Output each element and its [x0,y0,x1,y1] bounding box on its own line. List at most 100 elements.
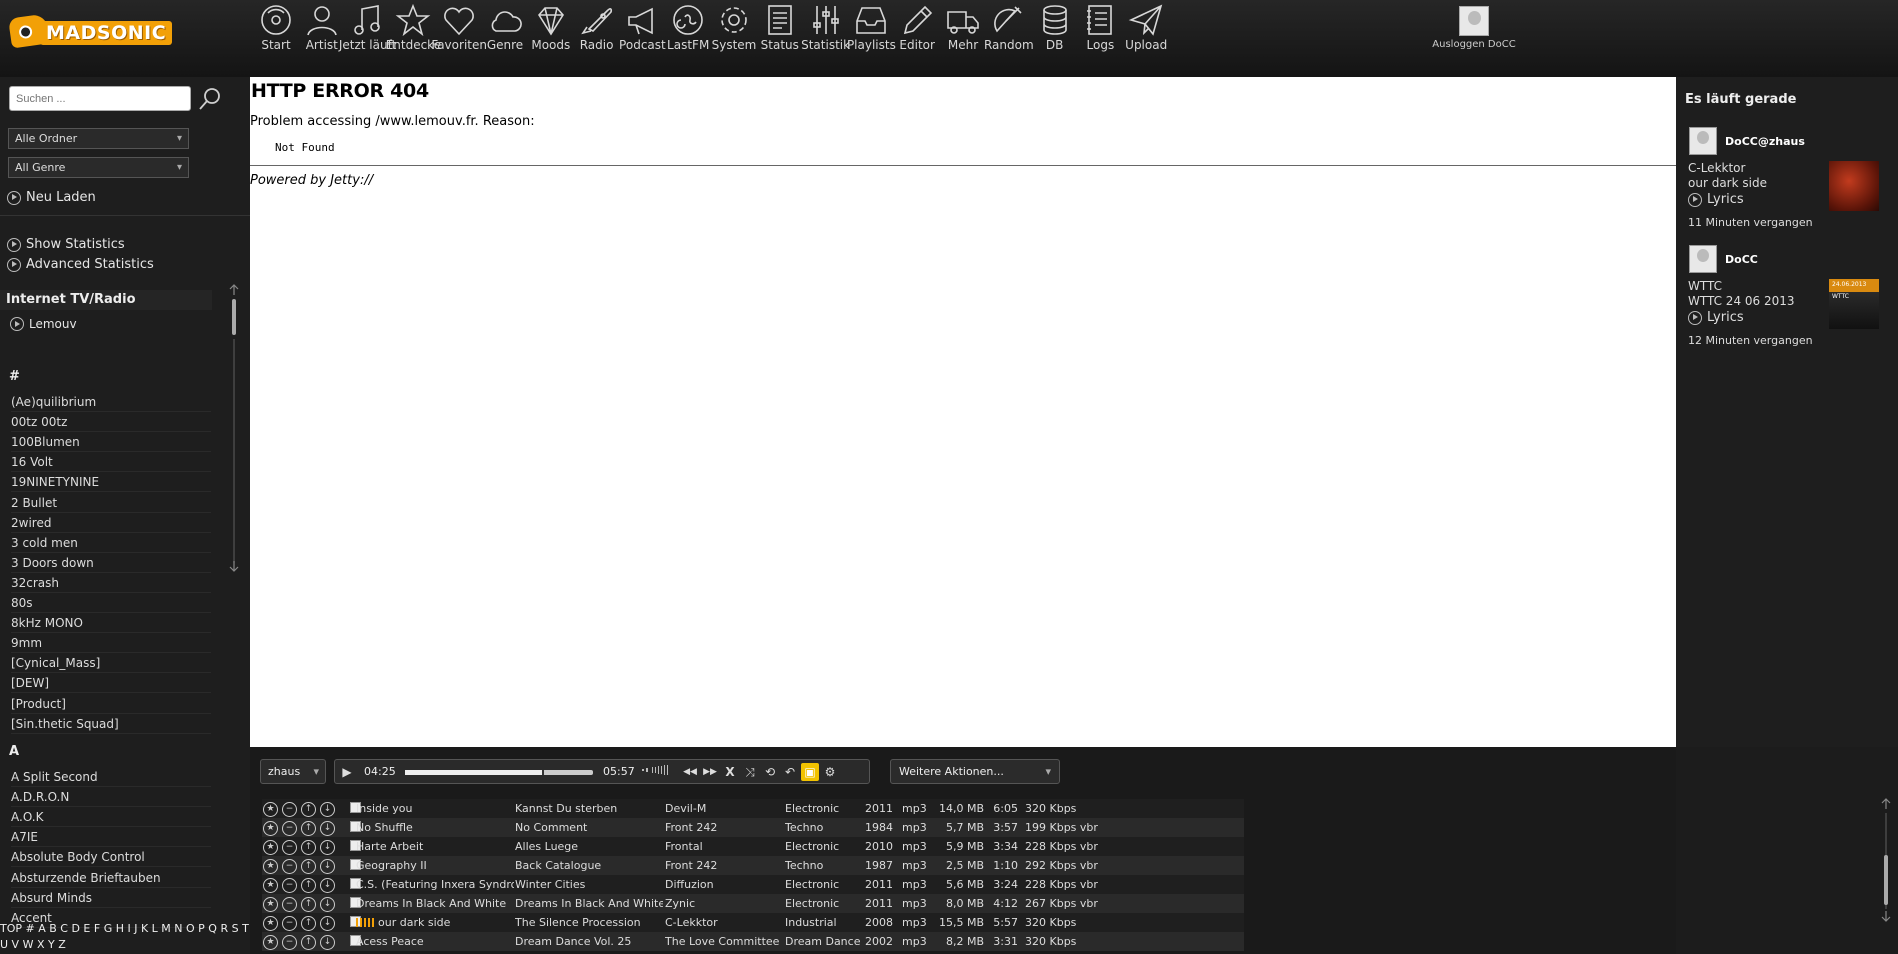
next-icon[interactable]: ▶▶ [701,763,719,781]
track-artist[interactable]: Diffuzion [665,878,783,891]
logout-button[interactable]: Ausloggen DoCC [1428,6,1520,50]
track-title[interactable]: Dreams In Black And White [356,897,514,910]
move-down-icon[interactable]: ↓ [320,897,335,912]
artist-list-item[interactable]: A7IE [11,827,211,848]
more-actions-select[interactable]: Weitere Aktionen... [890,759,1060,784]
star-icon[interactable]: ★ [263,916,278,931]
move-down-icon[interactable]: ↓ [320,821,335,836]
progress-bar[interactable] [405,770,593,775]
artist-list-item[interactable]: 16 Volt [11,452,211,473]
play-button[interactable]: ▶ [338,763,356,781]
artist-list-item[interactable]: A.D.R.O.N [11,787,211,808]
table-row[interactable]: ★−↑ ↓ C.S. (Featuring Inxera Syndrome)Wint… [262,875,1244,894]
artist-list-item[interactable]: 3 cold men [11,533,211,553]
star-icon[interactable]: ★ [263,897,278,912]
move-down-icon[interactable]: ↓ [320,802,335,817]
artist-list-item[interactable]: 80s [11,593,211,613]
album-cover-image[interactable]: 24.06.2013 WTTC [1829,279,1879,329]
artist-list-item[interactable]: A.O.K [11,807,211,828]
artist-list-item[interactable]: [Product] [11,694,211,714]
move-up-icon[interactable]: ↑ [301,859,316,874]
folder-select[interactable]: Alle Ordner [8,128,189,149]
show-statistics-link[interactable]: Show Statistics [7,237,125,252]
remove-icon[interactable]: − [282,821,297,836]
track-album[interactable]: Kannst Du sterben [515,802,663,815]
artist-list-item[interactable]: 100Blumen [11,432,211,453]
volume-slider[interactable] [641,763,673,781]
move-up-icon[interactable]: ↑ [301,935,316,950]
table-row[interactable]: ★ − ↑ ↓ No Shuffle No Comment Front 242 Techno 1… [262,818,1244,837]
move-up-icon[interactable]: ↑ [301,897,316,912]
remove-icon[interactable]: − [282,935,297,950]
playlist-scrollbar[interactable] [1880,797,1892,923]
nav-item-upload[interactable]: Upload [1116,3,1176,52]
track-title[interactable]: Harte Arbeit [356,840,514,853]
artist-list-item[interactable]: 32crash [11,573,211,593]
star-icon[interactable]: ★ [263,821,278,836]
artist-list-item[interactable]: (Ae)quilibrium [11,392,211,412]
artist-list-item[interactable]: 8kHz MONO [11,613,211,634]
track-artist[interactable]: Frontal [665,840,783,853]
sidebar-scrollbar[interactable] [229,283,239,573]
track-artist[interactable]: Zynic [665,897,783,910]
table-row[interactable]: ★ − ↑ ↓ Dreams In Black And White Dreams In B… [262,894,1244,913]
previous-icon[interactable]: ◀◀ [681,763,699,781]
artist-list-item[interactable]: [DEW] [11,673,211,694]
artist-list-item[interactable]: Absturzende Brieftauben [11,868,211,888]
track-album[interactable]: No Comment [515,821,663,834]
shuffle-icon[interactable]: ⤨ [741,763,759,781]
lyrics-link[interactable]: Lyrics [1688,310,1744,325]
star-icon[interactable]: ★ [263,840,278,855]
track-artist[interactable]: Front 242 [665,859,783,872]
move-down-icon[interactable]: ↓ [320,916,335,931]
repeat-icon[interactable]: ⟲ [761,763,779,781]
track-title[interactable]: No Shuffle [356,821,514,834]
now-playing-user[interactable]: DoCC@zhaus [1689,127,1805,155]
track-title[interactable]: Inside you [356,802,514,815]
now-playing-title[interactable]: our dark side [1688,176,1767,191]
table-row[interactable]: ★ − ↑ ↓ Geography II Back Catalogue Front 242 T… [262,856,1244,875]
artist-list-item[interactable]: 9mm [11,633,211,654]
track-title[interactable]: Geography II [356,859,514,872]
now-playing-title[interactable]: WTTC 24 06 2013 [1688,294,1795,309]
artist-list-item[interactable]: 2wired [11,513,211,533]
track-artist[interactable]: Front 242 [665,821,783,834]
star-icon[interactable]: ★ [263,878,278,893]
star-icon[interactable]: ★ [263,802,278,817]
remove-icon[interactable]: − [282,840,297,855]
save-playlist-icon[interactable]: ▣ [801,763,819,781]
remove-icon[interactable]: − [282,878,297,893]
track-album[interactable]: Dream Dance Vol. 25 [515,935,663,948]
move-down-icon[interactable]: ↓ [320,935,335,950]
lyrics-link[interactable]: Lyrics [1688,192,1744,207]
artist-list-item[interactable]: 00tz 00tz [11,412,211,433]
move-down-icon[interactable]: ↓ [320,840,335,855]
track-album[interactable]: Winter Cities [515,878,663,891]
alphabet-index[interactable]: TOP # A B C D E F G H I J K L M N O P Q … [0,921,250,953]
track-album[interactable]: Back Catalogue [515,859,663,872]
artist-list-item[interactable]: [Cynical_Mass] [11,653,211,674]
track-title[interactable]: C.S. (Featuring Inxera Syndrome) [356,878,514,891]
genre-select[interactable]: All Genre [8,157,189,178]
move-up-icon[interactable]: ↑ [301,840,316,855]
reload-link[interactable]: Neu Laden [7,190,96,205]
now-playing-user[interactable]: DoCC [1689,245,1758,273]
star-icon[interactable]: ★ [263,935,278,950]
table-row[interactable]: ★ − ↑ ↓ Acess Peace Dream Dance Vol. 25 The Lo… [262,932,1244,951]
artist-list-item[interactable]: Absurd Minds [11,888,211,908]
table-row[interactable]: ★ − ↑ ↓ our dark side The Silence Procession C… [262,913,1244,932]
now-playing-artist[interactable]: C-Lekktor [1688,161,1767,176]
artist-list-item[interactable]: 2 Bullet [11,493,211,513]
settings-gear-icon[interactable]: ⚙ [821,763,839,781]
table-row[interactable]: ★ − ↑ ↓ Harte Arbeit Alles Luege Frontal Electr… [262,837,1244,856]
move-up-icon[interactable]: ↑ [301,821,316,836]
search-input[interactable] [9,86,191,111]
remove-icon[interactable]: − [282,802,297,817]
advanced-statistics-link[interactable]: Advanced Statistics [7,257,154,272]
track-artist[interactable]: C-Lekktor [665,916,783,929]
table-row[interactable]: ★ − ↑ ↓ Inside you Kannst Du sterben Devil-M El… [262,799,1244,818]
radio-station-link[interactable]: Lemouv [10,317,77,331]
remove-icon[interactable]: − [282,859,297,874]
move-up-icon[interactable]: ↑ [301,916,316,931]
move-down-icon[interactable]: ↓ [320,859,335,874]
